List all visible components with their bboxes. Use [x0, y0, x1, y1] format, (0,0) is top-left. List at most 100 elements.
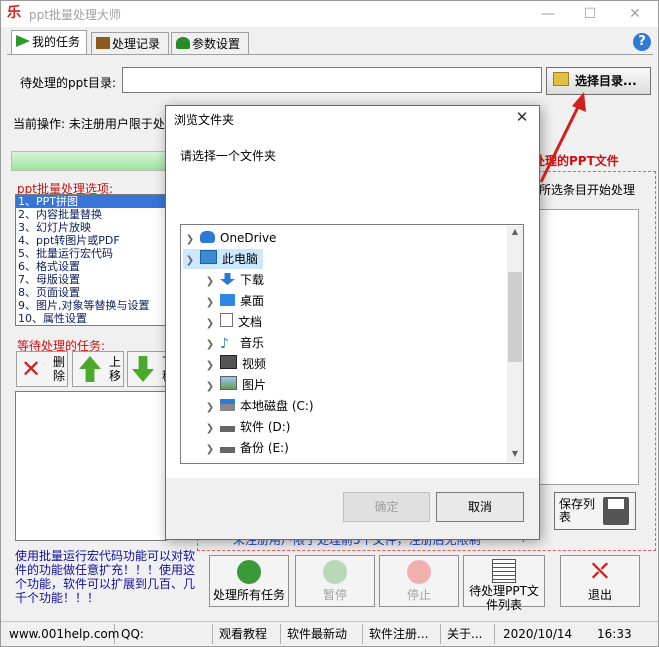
choose-directory-button[interactable]: 选择目录...	[546, 67, 651, 95]
tree-item-label: 本地磁盘 (C:)	[240, 399, 314, 413]
folder-tree[interactable]: ❯ OneDrive ❯ 此电脑 ❯ 下载 ❯ 桌面 ❯ 文档 ❯ ♪ 音乐 ❯ 视频 ❯ 图片 …	[180, 224, 524, 464]
app-logo-icon: 乐	[7, 5, 21, 21]
chevron-right-icon: ❯	[205, 402, 215, 413]
list-item[interactable]: 2、内容批量替换	[16, 208, 166, 221]
website-link[interactable]: www.001help.com	[3, 624, 119, 644]
stop-button[interactable]: 停止	[379, 555, 459, 607]
delete-icon: ✕	[21, 355, 42, 383]
list-icon	[492, 559, 516, 583]
tab-label: 处理记录	[112, 37, 161, 51]
chevron-right-icon: ❯	[205, 423, 215, 434]
cloud-icon	[200, 231, 215, 243]
tree-item-disk-d[interactable]: ❯ 软件 (D:)	[203, 417, 291, 437]
pending-files-list-label: 待处理PPT文件列表	[469, 584, 539, 612]
cancel-button[interactable]: 取消	[436, 492, 524, 522]
progress-bar	[11, 151, 173, 171]
dialog-instruction: 请选择一个文件夹	[180, 149, 277, 163]
process-all-button[interactable]: 处理所有任务	[209, 555, 289, 607]
list-item[interactable]: 1、PPT拼图	[16, 195, 166, 208]
pause-label: 暂停	[322, 588, 347, 602]
delete-button[interactable]: ✕ 删 除	[16, 351, 68, 387]
drive-icon	[220, 426, 235, 432]
exit-label: 退出	[587, 588, 612, 602]
maximize-button[interactable]: ☐	[570, 1, 610, 27]
tree-scrollbar-thumb[interactable]	[508, 272, 522, 362]
options-list[interactable]: 1、PPT拼图 2、内容批量替换 3、幻灯片放映 4、ppt转图片或PDF 5、…	[15, 194, 167, 326]
tree-item-label: 图片	[242, 378, 267, 392]
list-item[interactable]: 10、属性设置	[16, 312, 166, 325]
qq-info: QQ: 710726095	[115, 624, 213, 644]
pending-files-list-button[interactable]: 待处理PPT文件列表	[463, 555, 545, 612]
title-bar: 乐 ppt批量处理大师 — ☐ ✕	[1, 1, 658, 27]
scroll-up-icon[interactable]: ▲	[507, 227, 523, 236]
register-link[interactable]: 软件注册...	[363, 624, 441, 644]
play-circle-icon	[237, 560, 261, 584]
chevron-right-icon: ❯	[205, 381, 215, 392]
tree-item-label: 下载	[240, 273, 265, 287]
move-up-button[interactable]: 上 移	[72, 351, 124, 387]
file-note: 处理的PPT文件	[533, 154, 619, 168]
tree-item-this-pc[interactable]: ❯ 此电脑	[183, 249, 263, 269]
minimize-button[interactable]: —	[528, 1, 568, 27]
tab-records[interactable]: 处理记录	[91, 32, 169, 54]
file-list-box[interactable]	[531, 209, 639, 485]
list-item[interactable]: 9、图片,对象等替换与设置	[16, 299, 166, 312]
briefcase-icon	[96, 37, 110, 49]
tree-item-label: 软件 (D:)	[240, 420, 291, 434]
chevron-down-icon: ❯	[185, 255, 195, 266]
dialog-close-button[interactable]: ✕	[510, 108, 534, 128]
close-button[interactable]: ✕	[615, 1, 655, 27]
save-icon	[603, 497, 629, 525]
tree-item-videos[interactable]: ❯ 视频	[203, 354, 266, 374]
about-link[interactable]: 关于...	[441, 624, 495, 644]
document-icon	[220, 313, 233, 327]
tree-item-label: OneDrive	[220, 231, 277, 245]
list-item[interactable]: 3、幻灯片放映	[16, 221, 166, 234]
status-date: 2020/10/14	[503, 627, 573, 641]
pending-task-list[interactable]	[15, 391, 167, 541]
tree-item-disk-c[interactable]: ❯ 本地磁盘 (C:)	[203, 396, 314, 416]
download-icon	[220, 273, 235, 285]
tree-item-documents[interactable]: ❯ 文档	[203, 312, 262, 332]
tree-icon	[176, 37, 190, 49]
list-item[interactable]: 6、格式设置	[16, 260, 166, 273]
browse-folder-dialog: 浏览文件夹 ✕ 请选择一个文件夹 ❯ OneDrive ❯ 此电脑 ❯ 下载 ❯ 桌面 …	[165, 105, 540, 540]
tree-item-pictures[interactable]: ❯ 图片	[203, 375, 266, 395]
exit-button[interactable]: ⛌ 退出	[560, 555, 640, 607]
music-icon: ♪	[220, 336, 229, 352]
tutorial-link[interactable]: 观看教程	[213, 624, 281, 644]
tree-item-label: 视频	[242, 357, 267, 371]
ok-button[interactable]: 确定	[343, 492, 430, 522]
status-time: 16:33	[597, 627, 632, 641]
pause-icon	[323, 560, 347, 584]
tab-my-tasks[interactable]: 我的任务	[11, 30, 87, 54]
computer-icon	[200, 250, 217, 264]
news-link[interactable]: 软件最新动态	[281, 624, 363, 644]
process-all-label: 处理所有任务	[212, 588, 285, 602]
move-down-button[interactable]: 下 移	[127, 351, 167, 387]
tree-item-downloads[interactable]: ❯ 下载	[203, 270, 264, 290]
save-list-button[interactable]: 保存列 表	[554, 492, 636, 530]
tab-settings[interactable]: 参数设置	[171, 32, 249, 54]
chevron-right-icon: ❯	[205, 297, 215, 308]
tab-label: 参数设置	[192, 37, 241, 51]
tab-label: 我的任务	[32, 35, 81, 49]
tree-item-desktop[interactable]: ❯ 桌面	[203, 291, 264, 311]
list-item[interactable]: 4、ppt转图片或PDF	[16, 234, 166, 247]
tree-item-music[interactable]: ❯ ♪ 音乐	[203, 333, 264, 353]
picture-icon	[220, 376, 237, 390]
tree-item-onedrive[interactable]: ❯ OneDrive	[183, 228, 505, 248]
list-item[interactable]: 8、页面设置	[16, 286, 166, 299]
tree-item-disk-e[interactable]: ❯ 备份 (E:)	[203, 438, 289, 458]
stop-icon	[407, 560, 431, 584]
move-up-label: 上 移	[109, 355, 122, 383]
chevron-right-icon: ❯	[205, 276, 215, 287]
scroll-down-icon[interactable]: ▼	[507, 449, 523, 458]
pause-button[interactable]: 暂停	[295, 555, 375, 607]
help-icon[interactable]: ?	[633, 33, 651, 51]
list-item[interactable]: 5、批量运行宏代码	[16, 247, 166, 260]
directory-input[interactable]	[122, 67, 542, 93]
list-item[interactable]: 7、母版设置	[16, 273, 166, 286]
arrow-down-icon	[132, 356, 154, 382]
chevron-right-icon: ❯	[205, 318, 215, 329]
